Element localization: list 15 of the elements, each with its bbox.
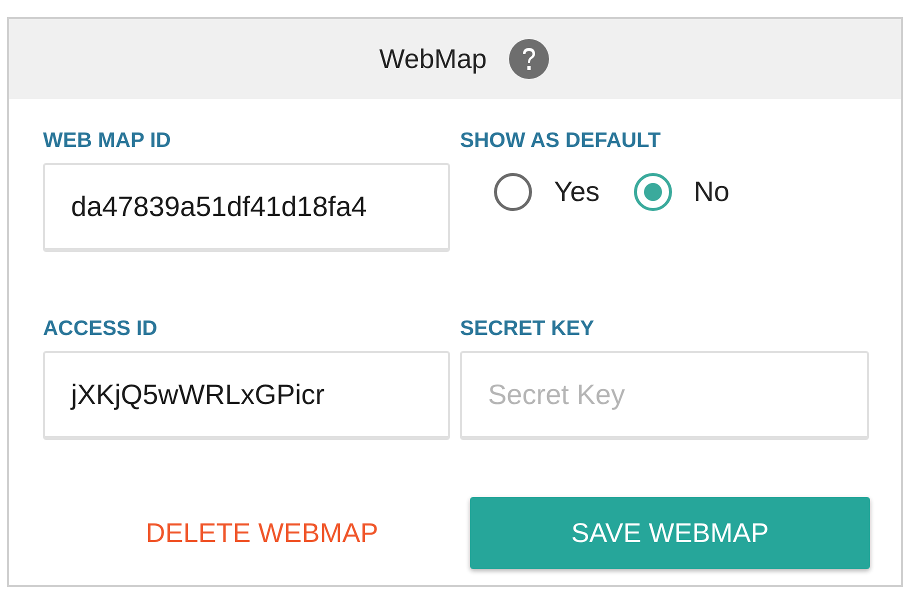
radio-label: No (694, 175, 730, 209)
input-field[interactable]: da47839a51df41d18fa4 (43, 163, 450, 252)
delete-button[interactable]: DELETE WEBMAP (54, 497, 470, 569)
field-label: SECRET KEY (460, 318, 594, 339)
field-label: SHOW AS DEFAULT (460, 130, 661, 151)
radio-button[interactable] (494, 173, 532, 211)
field-label: ACCESS ID (43, 318, 158, 339)
header-title: WebMap (379, 42, 487, 76)
input-field[interactable]: Secret Key (460, 351, 869, 440)
input-field[interactable]: jXKjQ5wWRLxGPicr (43, 351, 450, 440)
radio-button[interactable] (634, 173, 672, 211)
field-label: WEB MAP ID (43, 130, 171, 151)
radio-label: Yes (554, 175, 600, 209)
help-icon[interactable] (508, 39, 549, 79)
save-button[interactable]: SAVE WEBMAP (470, 497, 870, 569)
